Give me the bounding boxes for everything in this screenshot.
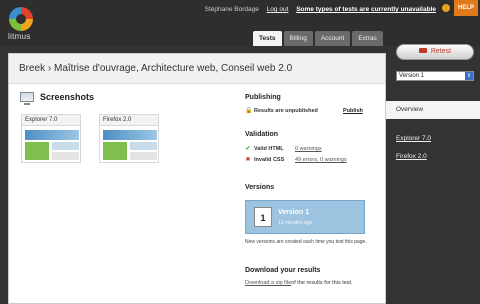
css-validation: ✖ Invalid CSS [245,157,284,163]
user-name: Stéphane Bordage [204,6,259,13]
screenshot-image [99,125,159,163]
download-suffix: of the results for this test. [291,280,353,286]
version-time: 13 minutes ago [278,220,313,226]
versions-note: New versions are created each time you t… [245,239,367,245]
thumb-caption: Firefox 2.0 [99,114,159,125]
error-icon: ✖ [245,157,251,163]
screenshot-thumb-explorer[interactable]: Explorer 7.0 [21,114,81,163]
css-validation-detail[interactable]: 49 errors, 0 warnings [295,157,347,163]
html-validation-detail[interactable]: 0 warnings [295,146,322,152]
publish-status: 🔒 Results are unpublished [245,108,318,114]
logo-text: litmus [8,32,31,41]
html-validation-detail-wrap: 0 warnings [295,146,322,152]
tab-account[interactable]: Account [314,31,351,46]
right-sidebar: Retest Version 1 ⇕ Overview Explorer 7.0… [386,44,480,304]
warning-link[interactable]: Some types of tests are currently unavai… [296,6,436,13]
download-heading: Download your results [245,267,321,274]
header-bar: litmus Stéphane Bordage Log out Some typ… [0,0,480,46]
download-line: Download a zip file of the results for t… [245,280,353,286]
monitor-icon [20,92,34,105]
screenshots-heading-text: Screenshots [40,92,95,102]
screenshot-thumb-firefox[interactable]: Firefox 2.0 [99,114,159,163]
version-title: Version 1 [278,209,310,216]
version-select[interactable]: Version 1 ⇕ [396,71,474,81]
tab-extras[interactable]: Extras [352,31,383,46]
download-zip-link[interactable]: Download a zip file [245,280,291,286]
tab-billing[interactable]: Billing [283,31,313,46]
top-links: Stéphane Bordage Log out Some types of t… [199,4,450,13]
versions-heading: Versions [245,184,275,191]
main-panel: Breek › Maîtrise d'ouvrage, Architecture… [8,53,386,304]
tab-tests[interactable]: Tests [253,31,282,46]
html-validation: ✔ Valid HTML [245,146,284,152]
screenshots-heading: Screenshots [20,92,95,105]
publish-link-text[interactable]: Publish [343,108,363,114]
version-select-value: Version 1 [399,73,425,79]
main-tabs: Tests Billing Account Extras [253,31,383,46]
screenshot-image [21,125,81,163]
publishing-heading: Publishing [245,94,281,101]
help-button[interactable]: HELP [454,0,478,16]
logout-link[interactable]: Log out [267,6,289,13]
publish-link[interactable]: Publish [343,108,363,114]
css-validation-detail-wrap: 49 errors, 0 warnings [295,157,347,163]
retest-button[interactable]: Retest [396,44,474,60]
sidebar-item-overview[interactable]: Overview [386,101,480,119]
warning-icon [442,4,450,12]
retest-icon [418,48,427,53]
lock-icon: 🔒 [245,108,253,114]
html-validation-label: Valid HTML [254,146,284,152]
version-number: 1 [254,207,272,227]
page-title: Breek › Maîtrise d'ouvrage, Architecture… [9,54,385,84]
thumb-caption: Explorer 7.0 [21,114,81,125]
css-validation-label: Invalid CSS [254,157,285,163]
sidebar-link-explorer[interactable]: Explorer 7.0 [396,135,431,142]
validation-heading: Validation [245,131,279,138]
sidebar-link-firefox[interactable]: Firefox 2.0 [396,153,427,160]
version-card[interactable]: 1 Version 1 13 minutes ago [245,200,365,234]
chevron-down-icon: ⇕ [465,72,473,80]
publish-status-text: Results are unpublished [254,108,318,114]
retest-label: Retest [430,48,452,55]
check-icon: ✔ [245,146,251,152]
litmus-logo-icon [9,7,33,31]
